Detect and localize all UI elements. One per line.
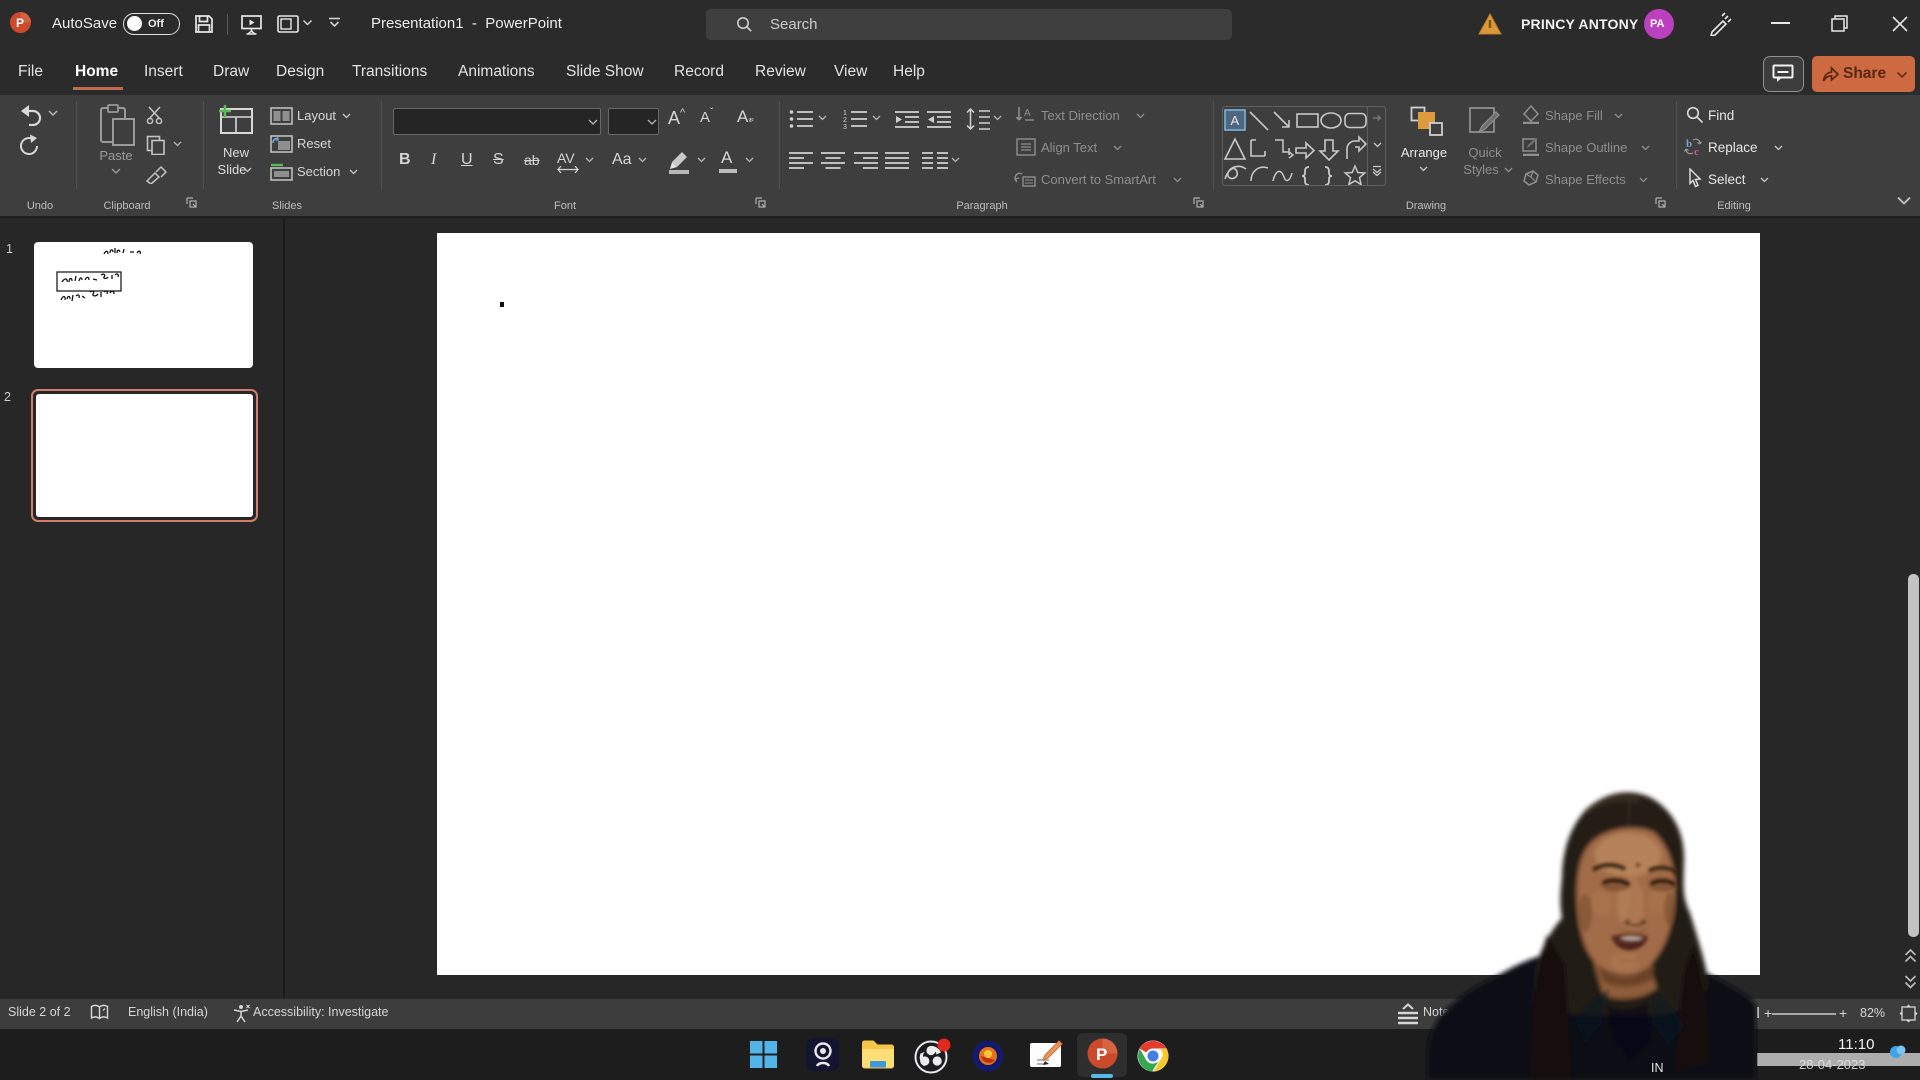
svg-text:c: c <box>1694 146 1699 157</box>
svg-text:P: P <box>16 16 24 30</box>
svg-text:A: A <box>1231 113 1240 128</box>
svg-text:P: P <box>1096 1045 1107 1064</box>
svg-text:A: A <box>1024 108 1031 119</box>
svg-text:b: b <box>1686 138 1692 150</box>
svg-text:3: 3 <box>843 124 847 129</box>
svg-text:2: 2 <box>843 117 847 124</box>
svg-text:1: 1 <box>843 110 847 117</box>
